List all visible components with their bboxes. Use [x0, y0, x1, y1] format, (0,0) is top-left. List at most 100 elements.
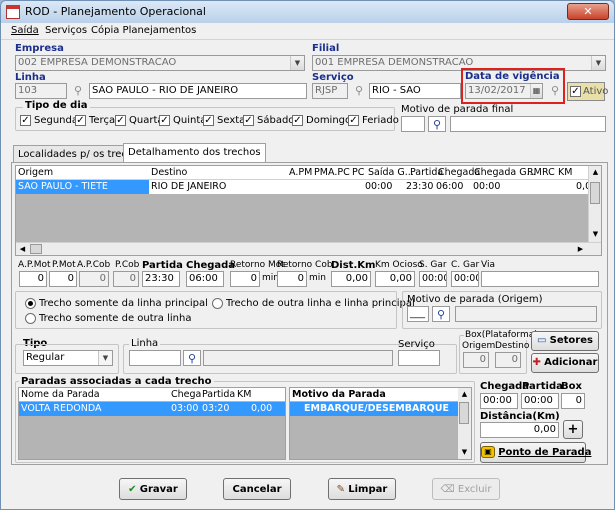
day-checkbox-sabado[interactable]: ✓ — [243, 115, 254, 126]
day-checkbox-segunda[interactable]: ✓ — [20, 115, 31, 126]
box-origem-input[interactable]: 0 — [463, 352, 489, 368]
col-rm: RM — [527, 167, 542, 178]
binoculars-icon[interactable]: ⚲ — [69, 83, 87, 99]
menu-saida[interactable]: Saída — [11, 25, 39, 36]
scroll-thumb[interactable] — [590, 182, 600, 204]
motivo-origem-desc-field — [455, 306, 597, 322]
binoculars-icon[interactable]: ⚲ — [428, 116, 446, 132]
binoculars-icon[interactable]: ⚲ — [350, 83, 368, 99]
add-icon: ✚ — [532, 357, 541, 368]
pcob-input[interactable]: 0 — [113, 271, 139, 287]
binoculars-icon[interactable]: ⚲ — [183, 350, 201, 366]
motivo-final-code-input[interactable] — [401, 116, 425, 132]
motivo-parada-list[interactable]: Motivo da Parada EMBARQUE/DESEMBARQUE ▲ … — [289, 387, 472, 460]
motivo-origem-label: Motivo de parada (Origem) — [407, 294, 543, 305]
linha-code-input[interactable]: 103 — [15, 83, 67, 99]
vigencia-date-input[interactable]: 13/02/2017 ▦ — [465, 83, 543, 99]
trechos-grid[interactable]: Origem Destino A.PM PM A.PC PC Saída G..… — [15, 165, 602, 256]
partida-input[interactable]: 23:30 — [142, 271, 180, 287]
window-title: ROD - Planejamento Operacional — [25, 5, 206, 18]
list-item[interactable]: EMBARQUE/DESEMBARQUE — [290, 402, 458, 416]
stop-box-input[interactable]: 0 — [561, 393, 585, 409]
scroll-left-icon[interactable]: ◀ — [16, 243, 29, 255]
monitor-icon: ▭ — [537, 335, 547, 346]
day-checkbox-sexta[interactable]: ✓ — [203, 115, 214, 126]
bus-stop-icon: ▣ — [481, 446, 495, 458]
radio-outra-e-principal[interactable] — [212, 298, 223, 309]
radio-linha-principal-label: Trecho somente da linha principal — [39, 298, 208, 309]
cgar-input[interactable]: 00:00 — [451, 271, 479, 287]
menu-copia-planejamentos[interactable]: Cópia Planejamentos — [91, 25, 196, 36]
cancelar-button[interactable]: Cancelar — [223, 478, 291, 500]
close-button[interactable]: ✕ — [567, 3, 609, 20]
ponto-parada-button[interactable]: ▣ Ponto de Parada — [480, 442, 591, 463]
chegada-input[interactable]: 06:00 — [186, 271, 224, 287]
parada-nome-cell: VOLTA REDONDA — [21, 403, 102, 414]
stop-partida-input[interactable]: 00:00 — [521, 393, 559, 409]
stop-chegada-input[interactable]: 00:00 — [480, 393, 518, 409]
apcob-input[interactable]: 0 — [79, 271, 109, 287]
retmot-input[interactable]: 0 — [230, 271, 260, 287]
binoculars-icon[interactable]: ⚲ — [432, 306, 450, 322]
menu-servicos[interactable]: Serviços — [45, 25, 87, 36]
col-chega: Chega — [171, 389, 202, 400]
table-row[interactable]: SAO PAULO - TIETE RIO DE JANEIRO 00:00 2… — [16, 180, 591, 194]
tab-detalhamento[interactable]: Detalhamento dos trechos — [123, 143, 266, 162]
pmot-input[interactable]: 0 — [49, 271, 77, 287]
stop-dist-input[interactable]: 0,00 — [480, 422, 559, 438]
calendar-icon[interactable]: ▦ — [530, 84, 542, 98]
motivo-final-label: Motivo de parada final — [401, 104, 514, 115]
scroll-thumb[interactable] — [459, 402, 469, 424]
check-icon: ✔ — [128, 484, 137, 495]
radio-linha-principal[interactable] — [25, 298, 36, 309]
row-origem-cell: SAO PAULO - TIETE — [16, 180, 149, 194]
menu-bar: Saída Serviços Cópia Planejamentos — [1, 23, 614, 40]
day-checkbox-feriado[interactable]: ✓ — [348, 115, 359, 126]
distkm-input[interactable]: 0,00 — [331, 271, 371, 287]
sgar-input[interactable]: 00:00 — [419, 271, 447, 287]
motivo-origem-code-input[interactable]: ___ — [407, 306, 429, 322]
add-dist-button[interactable]: + — [563, 420, 583, 439]
day-checkbox-quarta[interactable]: ✓ — [115, 115, 126, 126]
adicionar-button[interactable]: ✚ Adicionar — [531, 353, 599, 373]
gravar-button[interactable]: ✔ Gravar — [119, 478, 187, 500]
table-row[interactable]: VOLTA REDONDA 03:00 03:20 0,00 — [19, 402, 285, 416]
day-checkbox-quinta[interactable]: ✓ — [159, 115, 170, 126]
grid-vscrollbar[interactable]: ▲ ▼ — [588, 166, 601, 242]
day-checkbox-domingo[interactable]: ✓ — [292, 115, 303, 126]
retcob-input[interactable]: 0 — [277, 271, 307, 287]
via-input[interactable] — [481, 271, 599, 287]
empresa-select[interactable]: 002 EMPRESA DEMONSTRACAO ▼ — [15, 55, 305, 71]
scroll-right-icon[interactable]: ▶ — [574, 243, 587, 255]
servico2-input[interactable] — [398, 350, 440, 366]
vigencia-label: Data de vigência — [465, 71, 560, 82]
ativo-checkbox[interactable]: ✓ — [570, 86, 581, 97]
tipo-select[interactable]: Regular ▼ — [23, 350, 113, 366]
vigencia-value: 13/02/2017 — [468, 85, 526, 96]
scroll-up-icon[interactable]: ▲ — [589, 166, 602, 179]
motivo-vscrollbar[interactable]: ▲ ▼ — [458, 388, 471, 459]
linha2-code-input[interactable] — [129, 350, 181, 366]
scroll-up-icon[interactable]: ▲ — [458, 388, 471, 400]
limpar-button[interactable]: ✎ Limpar — [328, 478, 396, 500]
day-checkbox-terca[interactable]: ✓ — [75, 115, 86, 126]
trash-icon: ⌫ — [440, 484, 455, 495]
apmot-input[interactable]: 0 — [19, 271, 47, 287]
hscroll-thumb[interactable] — [30, 244, 42, 254]
kmocioso-input[interactable]: 0,00 — [375, 271, 415, 287]
binoculars-icon[interactable]: ⚲ — [546, 83, 564, 99]
filial-label: Filial — [312, 43, 340, 54]
paradas-list[interactable]: Nome da Parada Chega Partida KM VOLTA RE… — [18, 387, 286, 460]
servico-code-input[interactable]: RJSP — [312, 83, 348, 99]
scroll-down-icon[interactable]: ▼ — [589, 228, 602, 241]
excluir-button[interactable]: ⌫ Excluir — [432, 478, 500, 500]
box-destino-input[interactable]: 0 — [495, 352, 521, 368]
servico-name-field: RIO - SAO — [369, 83, 461, 99]
radio-outra-e-principal-label: Trecho de outra linha e linha principal — [226, 298, 415, 309]
linha2-label: Linha — [129, 338, 161, 349]
close-icon: ✕ — [583, 5, 593, 18]
grid-hscrollbar[interactable]: ◀ ▶ — [16, 242, 601, 255]
radio-outra-linha[interactable] — [25, 313, 36, 324]
scroll-down-icon[interactable]: ▼ — [458, 446, 471, 458]
setores-button[interactable]: ▭ Setores — [531, 331, 599, 351]
